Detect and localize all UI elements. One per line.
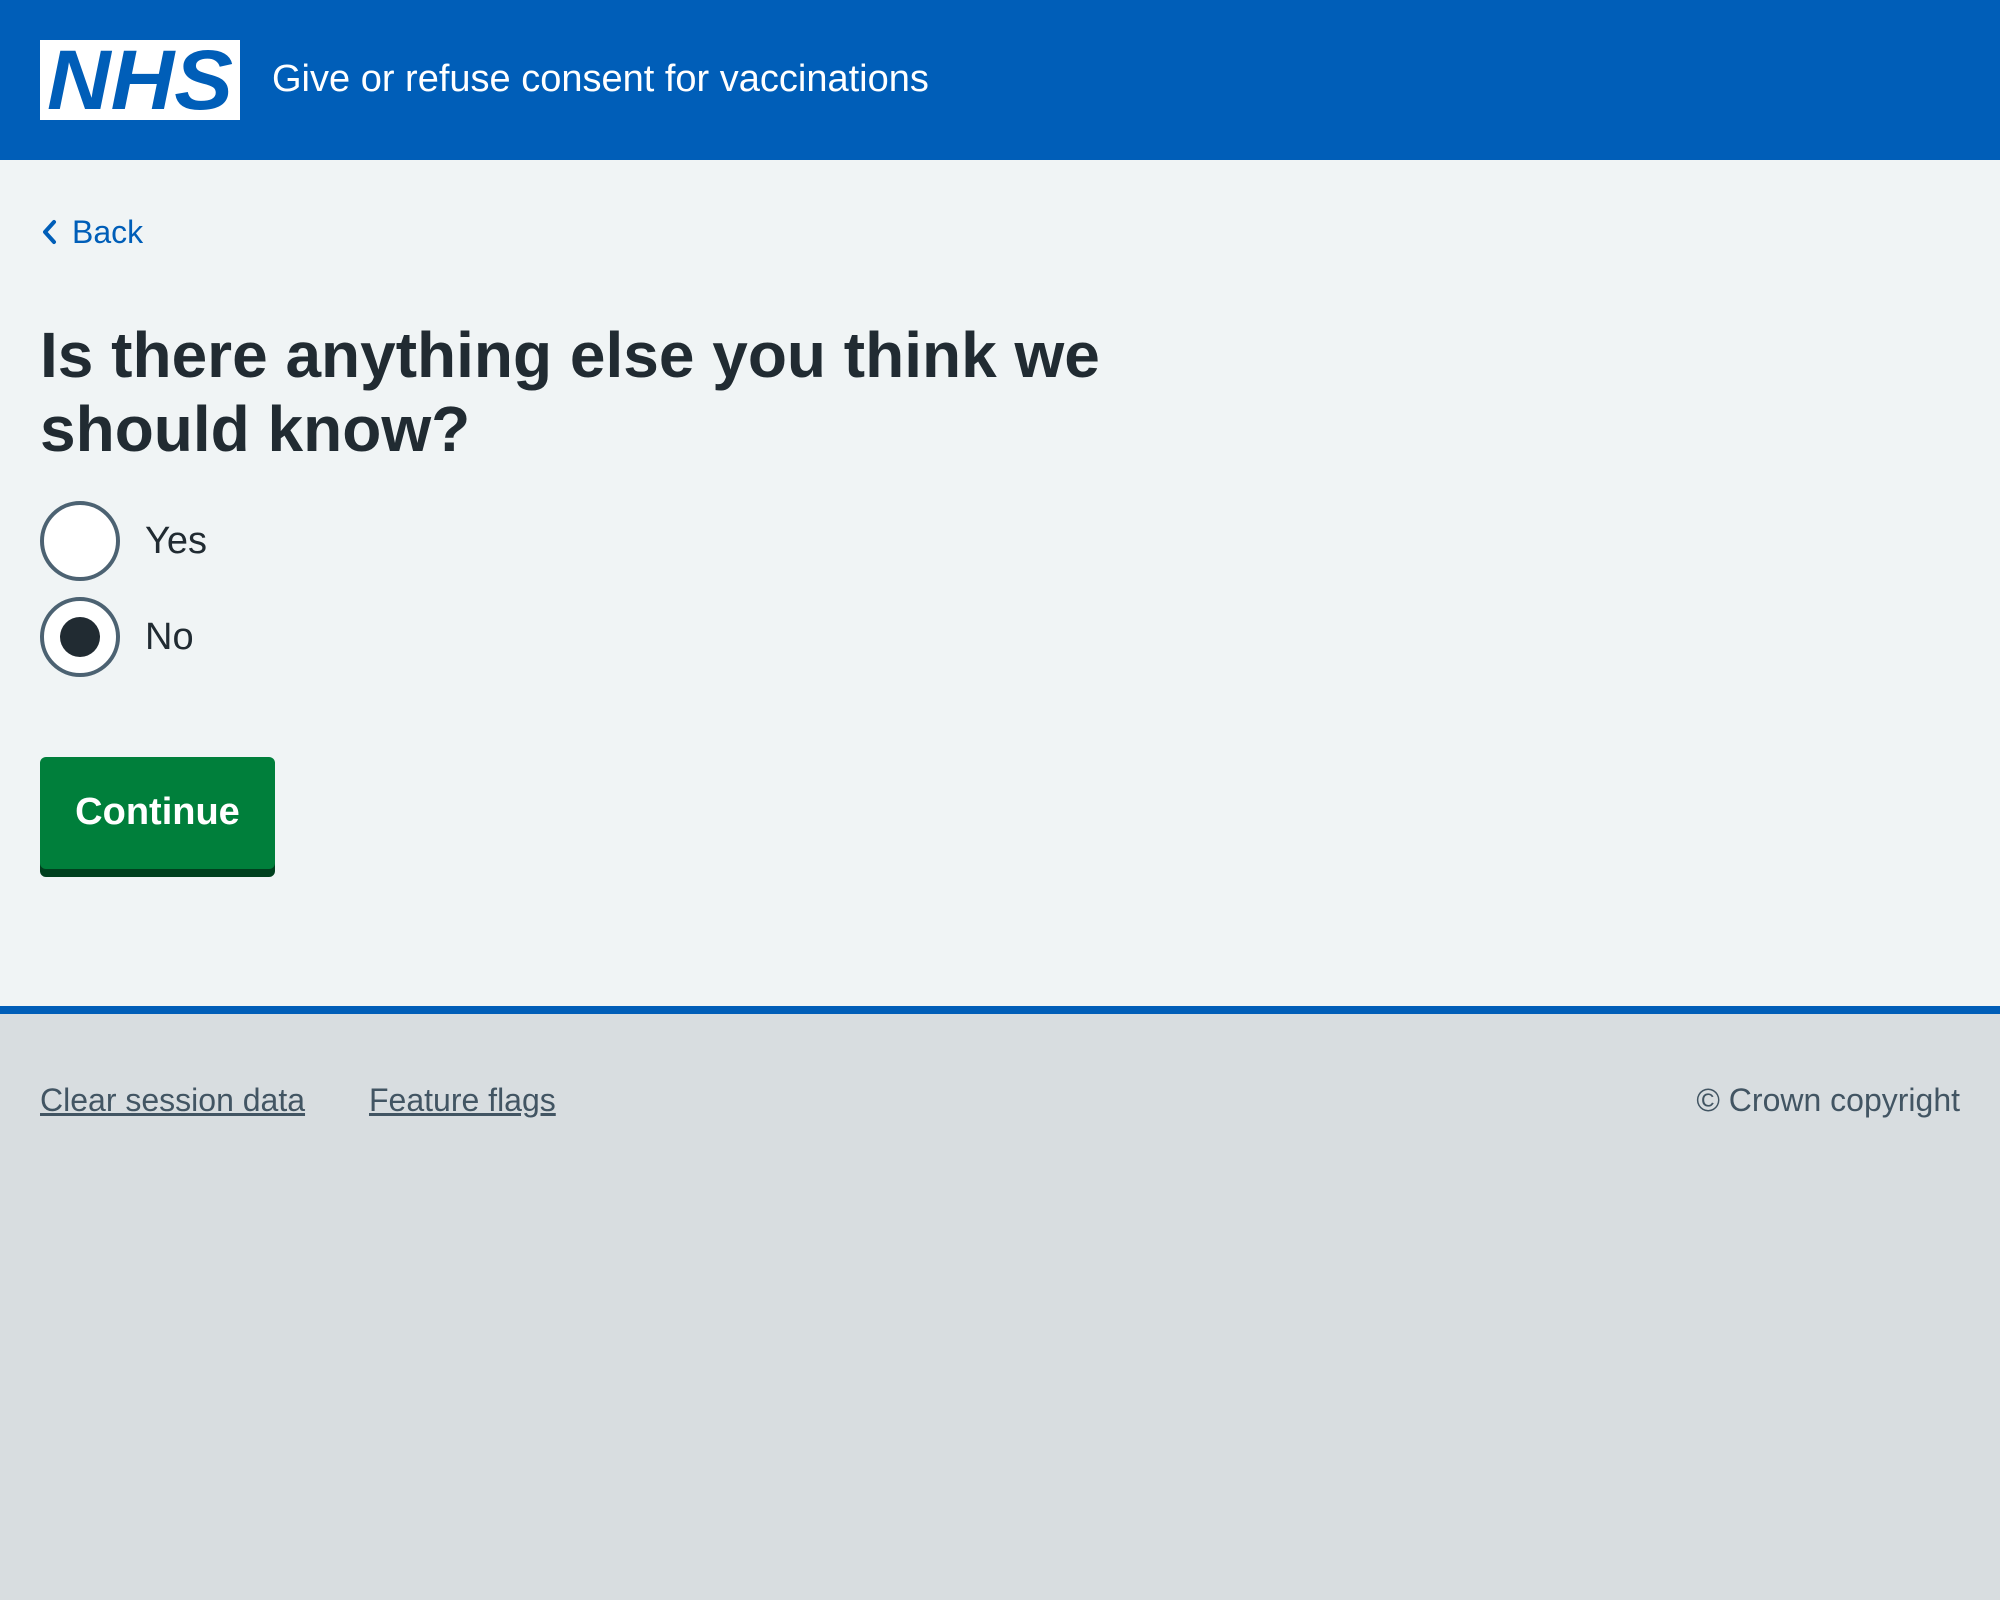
radio-option-yes[interactable]: Yes [40,501,207,581]
main-content: Back Is there anything else you think we… [0,160,2000,1006]
radio-label-no[interactable]: No [145,616,194,659]
chevron-left-icon [43,220,56,244]
page-title: Is there anything else you think we shou… [40,319,1100,465]
radio-label-yes[interactable]: Yes [145,520,207,563]
copyright-notice: © Crown copyright [1696,1082,1960,1118]
back-link[interactable]: Back [40,212,143,252]
radio-selected-dot [60,617,100,657]
site-footer: Clear session data Feature flags © Crown… [0,1006,2000,1600]
back-link-label: Back [72,213,144,250]
radio-button-no[interactable] [40,597,120,677]
continue-button[interactable]: Continue [40,757,275,869]
service-name[interactable]: Give or refuse consent for vaccinations [272,52,929,106]
radio-option-no[interactable]: No [40,597,194,677]
clear-session-data-link[interactable]: Clear session data [40,1082,305,1119]
nhs-logo-icon: NHS [47,40,233,120]
svg-text:NHS: NHS [47,40,233,120]
site-header: NHS Give or refuse consent for vaccinati… [0,0,2000,160]
radio-button-yes[interactable] [40,501,120,581]
feature-flags-link[interactable]: Feature flags [369,1082,556,1119]
nhs-logo[interactable]: NHS [40,40,240,120]
